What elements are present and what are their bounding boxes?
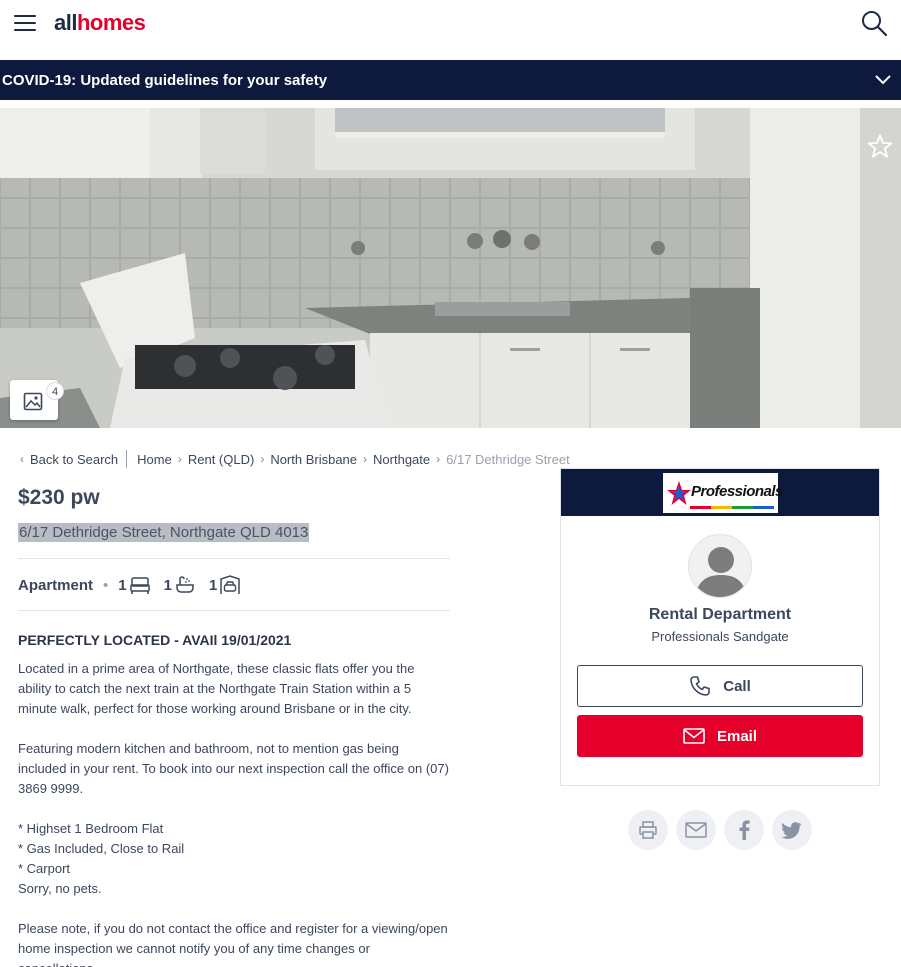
twitter-icon[interactable] [772, 810, 812, 850]
facebook-glyph [739, 820, 750, 840]
chevron-right-icon: › [436, 452, 441, 466]
divider [18, 610, 450, 611]
agency-logo-stripes [690, 506, 774, 509]
print-glyph [639, 821, 657, 839]
property-features: Apartment • 1 1 1 [18, 573, 254, 597]
kitchen-photo-illustration [0, 108, 901, 428]
bedrooms-count: 1 [118, 576, 127, 594]
agency-logo[interactable]: Professionals [663, 473, 783, 513]
image-gallery-icon [23, 392, 43, 411]
twitter-glyph [782, 822, 802, 839]
back-to-search-link[interactable]: Back to Search [30, 452, 118, 467]
hamburger-menu-icon[interactable] [14, 15, 36, 31]
envelope-icon [683, 728, 705, 744]
chevron-down-icon[interactable] [873, 71, 893, 89]
description-paragraph: Featuring modern kitchen and bathroom, n… [18, 741, 449, 796]
description-paragraph: Located in a prime area of Northgate, th… [18, 661, 415, 716]
chevron-right-icon: › [260, 452, 265, 466]
description-paragraph: Please note, if you do not contact the o… [18, 921, 448, 967]
call-button-label: Call [723, 677, 751, 695]
bedrooms-feature: 1 [118, 575, 150, 595]
image-gallery-button[interactable]: 4 [10, 380, 64, 420]
property-type: Apartment [18, 576, 94, 594]
person-placeholder-icon [695, 547, 747, 597]
chevron-right-icon: › [363, 452, 368, 466]
breadcrumb-north-brisbane[interactable]: North Brisbane [270, 452, 357, 467]
breadcrumb-current: 6/17 Dethridge Street [446, 451, 570, 467]
divider [18, 558, 450, 559]
allhomes-logo[interactable]: allhomes [54, 10, 146, 36]
top-bar: allhomes [0, 0, 901, 60]
listing-description: Located in a prime area of Northgate, th… [18, 659, 450, 967]
listing-headline: PERFECTLY LOCATED - AVAIl 19/01/2021 [18, 632, 292, 648]
agent-name: Rental Department [648, 606, 792, 623]
share-actions [628, 810, 820, 850]
call-button[interactable]: Call [577, 665, 863, 707]
envelope-glyph [685, 822, 707, 838]
agency-name: Professionals Sandgate [651, 629, 789, 644]
avatar [688, 534, 752, 598]
parking-feature: 1 [208, 575, 241, 595]
print-icon[interactable] [628, 810, 668, 850]
covid-banner[interactable]: COVID-19: Updated guidelines for your sa… [0, 60, 901, 100]
agent-card: Professionals Rental Department Professi… [560, 468, 880, 786]
bathrooms-count: 1 [163, 576, 172, 594]
car-icon [220, 575, 241, 594]
star-logo-icon [667, 481, 691, 505]
bath-icon [176, 576, 194, 593]
listing-hero-photo[interactable] [0, 108, 901, 428]
chevron-left-icon: ‹ [20, 452, 24, 466]
separator-dot: • [103, 576, 109, 594]
bed-icon [129, 577, 150, 594]
listing-address: 6/17 Dethridge Street, Northgate QLD 401… [18, 523, 310, 542]
breadcrumb-rent-qld[interactable]: Rent (QLD) [188, 452, 254, 467]
email-button-label: Email [716, 727, 758, 745]
breadcrumb-northgate[interactable]: Northgate [373, 452, 430, 467]
star-outline-icon[interactable] [866, 132, 894, 160]
bathrooms-feature: 1 [164, 575, 195, 595]
email-button[interactable]: Email [577, 715, 863, 757]
description-paragraph: * Highset 1 Bedroom Flat * Gas Included,… [18, 821, 185, 896]
facebook-icon[interactable] [724, 810, 764, 850]
breadcrumb-divider [126, 450, 128, 468]
listing-price: $230 pw [18, 486, 100, 509]
breadcrumb: ‹ Back to Search Home › Rent (QLD) › Nor… [20, 450, 570, 468]
search-icon[interactable] [860, 9, 888, 37]
breadcrumb-home[interactable]: Home [137, 452, 172, 467]
phone-icon [690, 676, 711, 696]
email-share-icon[interactable] [676, 810, 716, 850]
gallery-count-badge: 4 [46, 382, 64, 400]
agency-logo-text: Professionals [691, 483, 783, 500]
agency-banner: Professionals [561, 469, 879, 516]
parking-count: 1 [208, 576, 218, 594]
covid-banner-text: COVID-19: Updated guidelines for your sa… [2, 72, 328, 89]
chevron-right-icon: › [177, 452, 182, 466]
